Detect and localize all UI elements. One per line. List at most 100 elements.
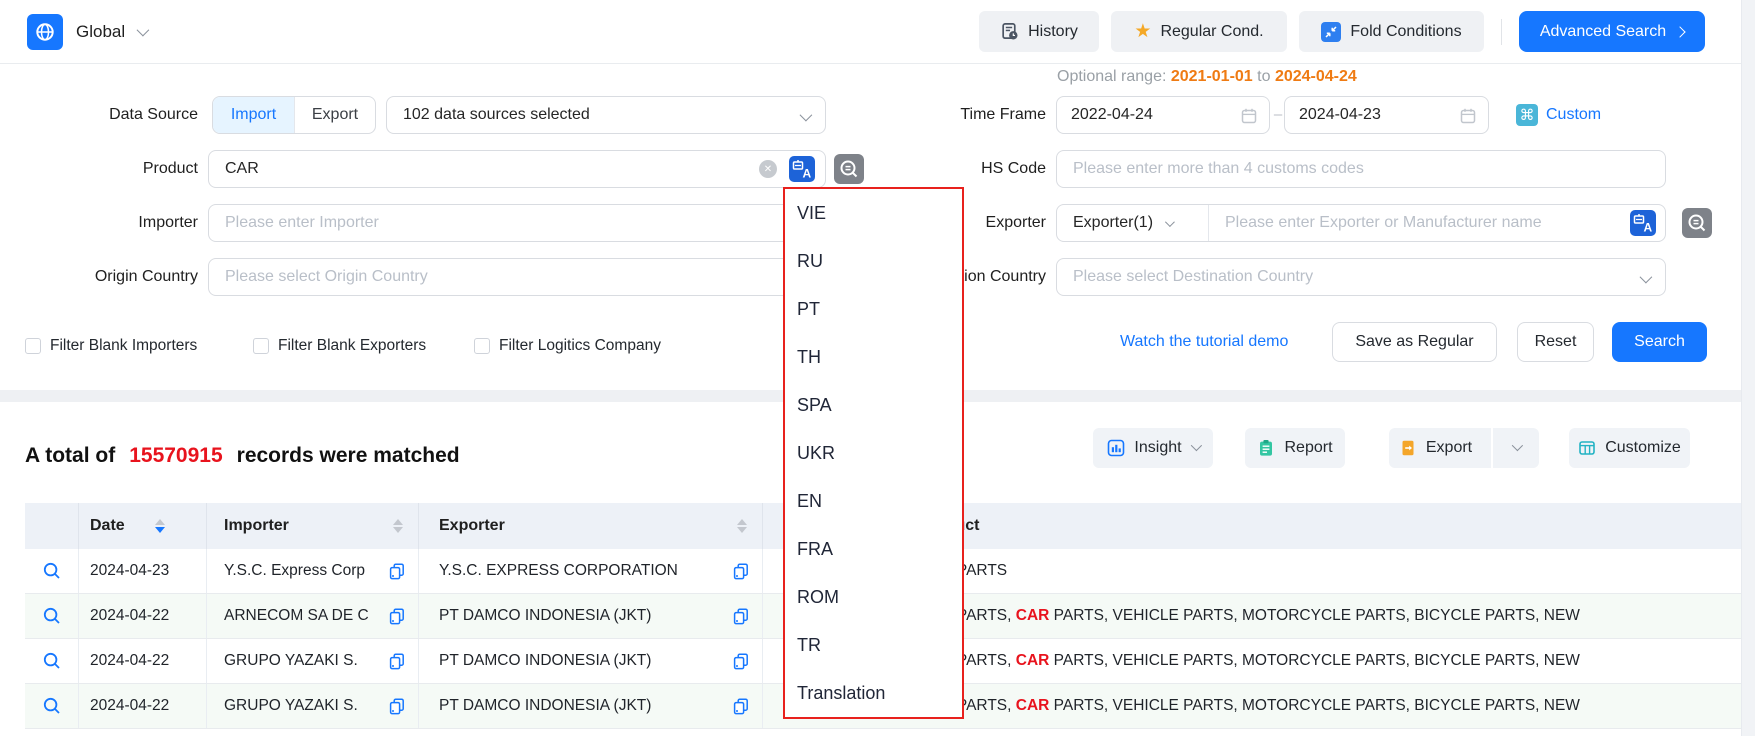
custom-range-link[interactable]: Custom: [1546, 96, 1601, 134]
data-sources-select[interactable]: 102 data sources selected: [386, 96, 826, 134]
header-importer[interactable]: Importer: [207, 503, 419, 549]
export-tab[interactable]: Export: [294, 97, 375, 133]
export-button-group: Export: [1389, 428, 1539, 468]
filter-blank-exporters-checkbox[interactable]: Filter Blank Exporters: [253, 337, 426, 355]
date-from-value: 2022-04-24: [1071, 106, 1153, 124]
row-detail-cell: [25, 594, 79, 638]
language-option-vie[interactable]: VIE: [785, 189, 962, 237]
importer-value[interactable]: GRUPO YAZAKI S.: [224, 697, 358, 715]
app-logo[interactable]: [27, 14, 63, 50]
export-icon: [1399, 439, 1417, 457]
record-count: 15570915: [129, 444, 222, 468]
svg-text:A: A: [803, 167, 812, 181]
product-input[interactable]: [225, 151, 759, 187]
filter-blank-importers-checkbox[interactable]: Filter Blank Importers: [25, 337, 197, 355]
history-button[interactable]: History: [979, 11, 1099, 52]
copy-icon[interactable]: [388, 562, 406, 580]
language-option-en[interactable]: EN: [785, 477, 962, 525]
exporter-value[interactable]: PT DAMCO INDONESIA (JKT): [439, 607, 651, 625]
star-icon: ★: [1134, 22, 1151, 41]
header-date[interactable]: Date: [79, 503, 207, 549]
checkbox-icon: [25, 338, 41, 354]
row-date-cell: 2024-04-23: [79, 549, 207, 593]
sort-icon[interactable]: [393, 519, 403, 533]
language-option-fra[interactable]: FRA: [785, 525, 962, 573]
copy-icon[interactable]: [388, 607, 406, 625]
filter-label: Filter Logitics Company: [499, 337, 661, 355]
exporter-type-select[interactable]: Exporter(1): [1057, 205, 1209, 241]
view-detail-search-icon[interactable]: [42, 561, 62, 581]
filter-logitics-company-checkbox[interactable]: Filter Logitics Company: [474, 337, 661, 355]
save-as-regular-button[interactable]: Save as Regular: [1332, 322, 1497, 362]
sort-icon[interactable]: [155, 519, 165, 533]
date-range-dash: –: [1271, 96, 1285, 134]
importer-input[interactable]: [225, 205, 825, 241]
tutorial-demo-link[interactable]: Watch the tutorial demo: [1120, 322, 1288, 362]
language-option-rom[interactable]: ROM: [785, 573, 962, 621]
hs-code-input[interactable]: [1073, 151, 1665, 187]
importer-value[interactable]: Y.S.C. Express Corp: [224, 562, 365, 580]
chevron-down-icon: [800, 109, 813, 122]
regular-conditions-button[interactable]: ★ Regular Cond.: [1111, 11, 1287, 52]
chevron-down-icon: [1190, 439, 1201, 450]
import-tab[interactable]: Import: [213, 97, 294, 133]
destination-country-select[interactable]: Please select Destination Country: [1056, 258, 1666, 296]
customize-label: Customize: [1605, 439, 1681, 457]
exporter-value[interactable]: PT DAMCO INDONESIA (JKT): [439, 652, 651, 670]
filter-label: Filter Blank Exporters: [278, 337, 426, 355]
language-option-ru[interactable]: RU: [785, 237, 962, 285]
header-date-label: Date: [90, 517, 125, 535]
copy-icon[interactable]: [732, 697, 750, 715]
translate-icon[interactable]: A: [789, 156, 815, 182]
optional-range-hint: Optional range: 2021-01-01 to 2024-04-24: [1057, 68, 1357, 86]
data-sources-value: 102 data sources selected: [403, 106, 590, 124]
region-selector[interactable]: Global: [76, 22, 146, 42]
copy-icon[interactable]: [388, 652, 406, 670]
origin-country-select[interactable]: Please select Origin Country: [208, 258, 826, 296]
top-bar: Global History ★ Regular Cond.: [0, 0, 1755, 64]
copy-icon[interactable]: [732, 562, 750, 580]
insight-button[interactable]: Insight: [1093, 428, 1213, 468]
vertical-scrollbar[interactable]: [1741, 0, 1755, 736]
copy-icon[interactable]: [732, 607, 750, 625]
language-option-translation[interactable]: Translation: [785, 669, 962, 717]
language-option-spa[interactable]: SPA: [785, 381, 962, 429]
export-button[interactable]: Export: [1389, 428, 1482, 468]
importer-value[interactable]: GRUPO YAZAKI S.: [224, 652, 358, 670]
chevron-down-icon: [1165, 217, 1175, 227]
exact-match-icon[interactable]: [1682, 208, 1712, 238]
region-label: Global: [76, 22, 125, 42]
language-option-pt[interactable]: PT: [785, 285, 962, 333]
copy-icon[interactable]: [732, 652, 750, 670]
view-detail-search-icon[interactable]: [42, 606, 62, 626]
summary-prefix: A total of: [25, 444, 115, 468]
export-options-button[interactable]: [1491, 428, 1539, 468]
language-option-ukr[interactable]: UKR: [785, 429, 962, 477]
fold-conditions-button[interactable]: Fold Conditions: [1299, 11, 1484, 52]
copy-icon[interactable]: [388, 697, 406, 715]
sort-icon[interactable]: [737, 519, 747, 533]
exporter-input[interactable]: [1209, 205, 1630, 241]
reset-button[interactable]: Reset: [1517, 322, 1594, 362]
calendar-icon[interactable]: [1240, 107, 1258, 125]
calendar-icon[interactable]: [1459, 107, 1477, 125]
search-button[interactable]: Search: [1612, 322, 1707, 362]
date-from-input[interactable]: 2022-04-24: [1056, 96, 1270, 134]
advanced-search-button[interactable]: Advanced Search: [1519, 11, 1705, 52]
custom-shortcut-icon[interactable]: ⌘: [1516, 104, 1538, 126]
header-exporter[interactable]: Exporter: [419, 503, 763, 549]
translate-icon[interactable]: A: [1630, 210, 1656, 236]
view-detail-search-icon[interactable]: [42, 696, 62, 716]
view-detail-search-icon[interactable]: [42, 651, 62, 671]
clear-icon[interactable]: ✕: [759, 160, 777, 178]
date-to-input[interactable]: 2024-04-23: [1284, 96, 1489, 134]
exporter-value[interactable]: Y.S.C. EXPRESS CORPORATION: [439, 562, 678, 580]
importer-value[interactable]: ARNECOM SA DE C: [224, 607, 369, 625]
language-option-th[interactable]: TH: [785, 333, 962, 381]
customize-button[interactable]: Customize: [1569, 428, 1690, 468]
exporter-value[interactable]: PT DAMCO INDONESIA (JKT): [439, 697, 651, 715]
report-button[interactable]: Report: [1245, 428, 1345, 468]
insight-label: Insight: [1134, 439, 1181, 457]
row-exporter-cell: PT DAMCO INDONESIA (JKT): [419, 639, 763, 683]
language-option-tr[interactable]: TR: [785, 621, 962, 669]
